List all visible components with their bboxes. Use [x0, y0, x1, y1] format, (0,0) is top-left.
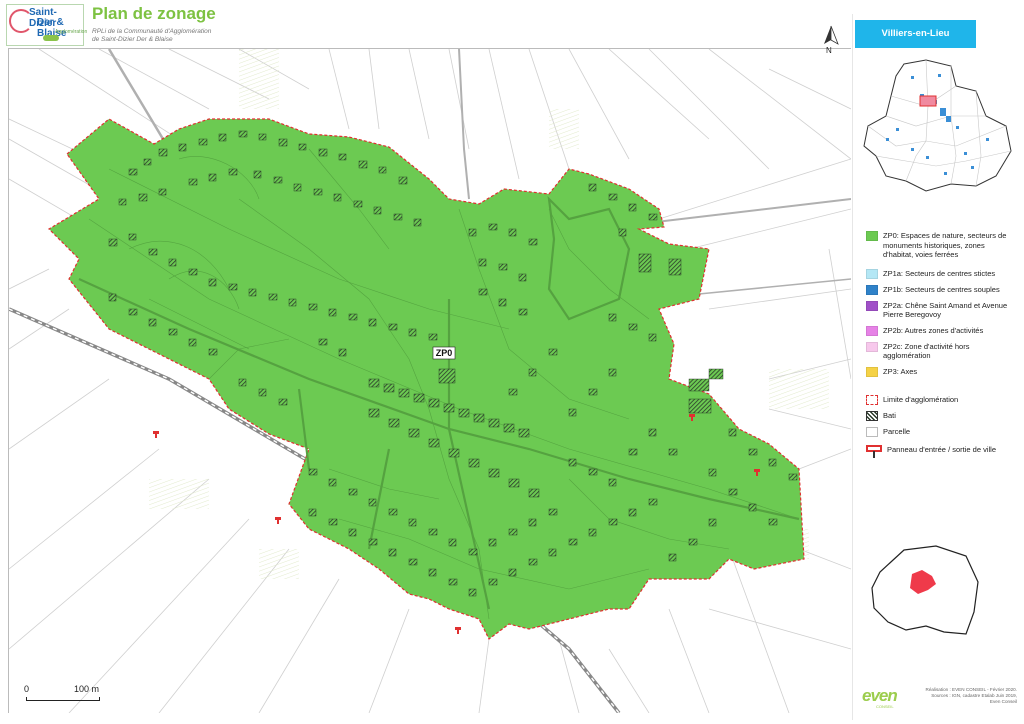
- swatch-zp0: [866, 231, 878, 241]
- scale-end: 100 m: [74, 684, 100, 694]
- swatch-bati: [866, 410, 878, 421]
- location-inset-map: [863, 59, 1012, 192]
- north-label: N: [826, 46, 832, 55]
- north-arrow-icon: [824, 25, 839, 45]
- legend-item-zp3: ZP3: Axes: [866, 366, 1016, 377]
- commune-inset-map: [871, 545, 979, 635]
- legend: ZP0: Espaces de nature, secteurs de monu…: [866, 231, 1016, 459]
- legend-label-zp2c: ZP2c: Zone d'activité hors agglomération: [883, 341, 970, 361]
- swatch-zp2a: [866, 300, 878, 311]
- even-logo: even: [862, 686, 898, 705]
- swatch-limit: [866, 394, 878, 405]
- subtitle-line1: RPLi de la Communauté d'Agglomération: [92, 28, 212, 35]
- map-frame[interactable]: ZP0: [8, 48, 851, 713]
- swatch-zp2b: [866, 325, 878, 336]
- even-logo-sub: CONSEIL: [876, 704, 894, 709]
- agglomeration-logo: Saint-Dizier Der & Blaise Agglomération: [6, 4, 88, 46]
- legend-item-zp1a: ZP1a: Secteurs de centres stictes: [866, 268, 1016, 279]
- swatch-zp1b: [866, 284, 878, 295]
- logo-line3: Agglomération: [55, 29, 88, 35]
- swatch-parcelle: [866, 426, 878, 437]
- legend-label-zp1a: ZP1a: Secteurs de centres stictes: [883, 268, 996, 278]
- legend-label-zp0: ZP0: Espaces de nature, secteurs de monu…: [883, 231, 1007, 259]
- map-subtitle: RPLi de la Communauté d'Agglomération de…: [92, 28, 262, 44]
- header: Saint-Dizier Der & Blaise Agglomération …: [0, 0, 850, 48]
- legend-item-parcelle: Parcelle: [866, 426, 1016, 437]
- legend-item-zp2a: ZP2a: Chêne Saint Amand et Avenue Pierre…: [866, 300, 1016, 320]
- legend-item-panneau: Panneau d'entrée / sortie de ville: [866, 444, 1016, 459]
- zoning-map[interactable]: ZP0: [9, 49, 851, 713]
- legend-item-zp0: ZP0: Espaces de nature, secteurs de monu…: [866, 231, 1016, 260]
- legend-label-panneau: Panneau d'entrée / sortie de ville: [887, 444, 997, 454]
- legend-label-bati: Bati: [883, 410, 896, 420]
- swatch-zp2c: [866, 341, 878, 352]
- legend-item-limit: Limite d'agglomération: [866, 394, 1016, 405]
- legend-item-zp1b: ZP1b: Secteurs de centres souples: [866, 284, 1016, 295]
- subtitle-line2: de Saint-Dizier Der & Blaise: [92, 36, 173, 43]
- map-title: Plan de zonage: [92, 4, 216, 23]
- inset-highlight: [919, 95, 937, 107]
- legend-item-zp2b: ZP2b: Autres zones d'activités: [866, 325, 1016, 336]
- scale-start: 0: [24, 684, 30, 694]
- zone-label: ZP0: [436, 348, 453, 358]
- legend-label-zp2a: ZP2a: Chêne Saint Amand et Avenue Pierre…: [883, 300, 1008, 320]
- commune-banner: Villiers-en-Lieu: [855, 20, 976, 48]
- legend-label-zp3: ZP3: Axes: [883, 366, 918, 376]
- logo-car-icon: [43, 35, 59, 41]
- swatch-zp1a: [866, 268, 878, 279]
- scale-bar: [26, 697, 100, 701]
- legend-label-parcelle: Parcelle: [883, 426, 911, 436]
- legend-item-zp2c: ZP2c: Zone d'activité hors agglomération: [866, 341, 1016, 361]
- credit-line3: Even Conseil: [989, 699, 1017, 704]
- sign-post-icon: [866, 444, 882, 458]
- legend-item-bati: Bati: [866, 410, 1016, 421]
- legend-label-limit: Limite d'agglomération: [883, 394, 959, 404]
- legend-label-zp1b: ZP1b: Secteurs de centres souples: [883, 284, 1000, 294]
- legend-label-zp2b: ZP2b: Autres zones d'activités: [883, 325, 984, 335]
- swatch-zp3: [866, 366, 878, 377]
- credits: Réalisation : EVEN CONSEIL - Février 202…: [912, 687, 1018, 705]
